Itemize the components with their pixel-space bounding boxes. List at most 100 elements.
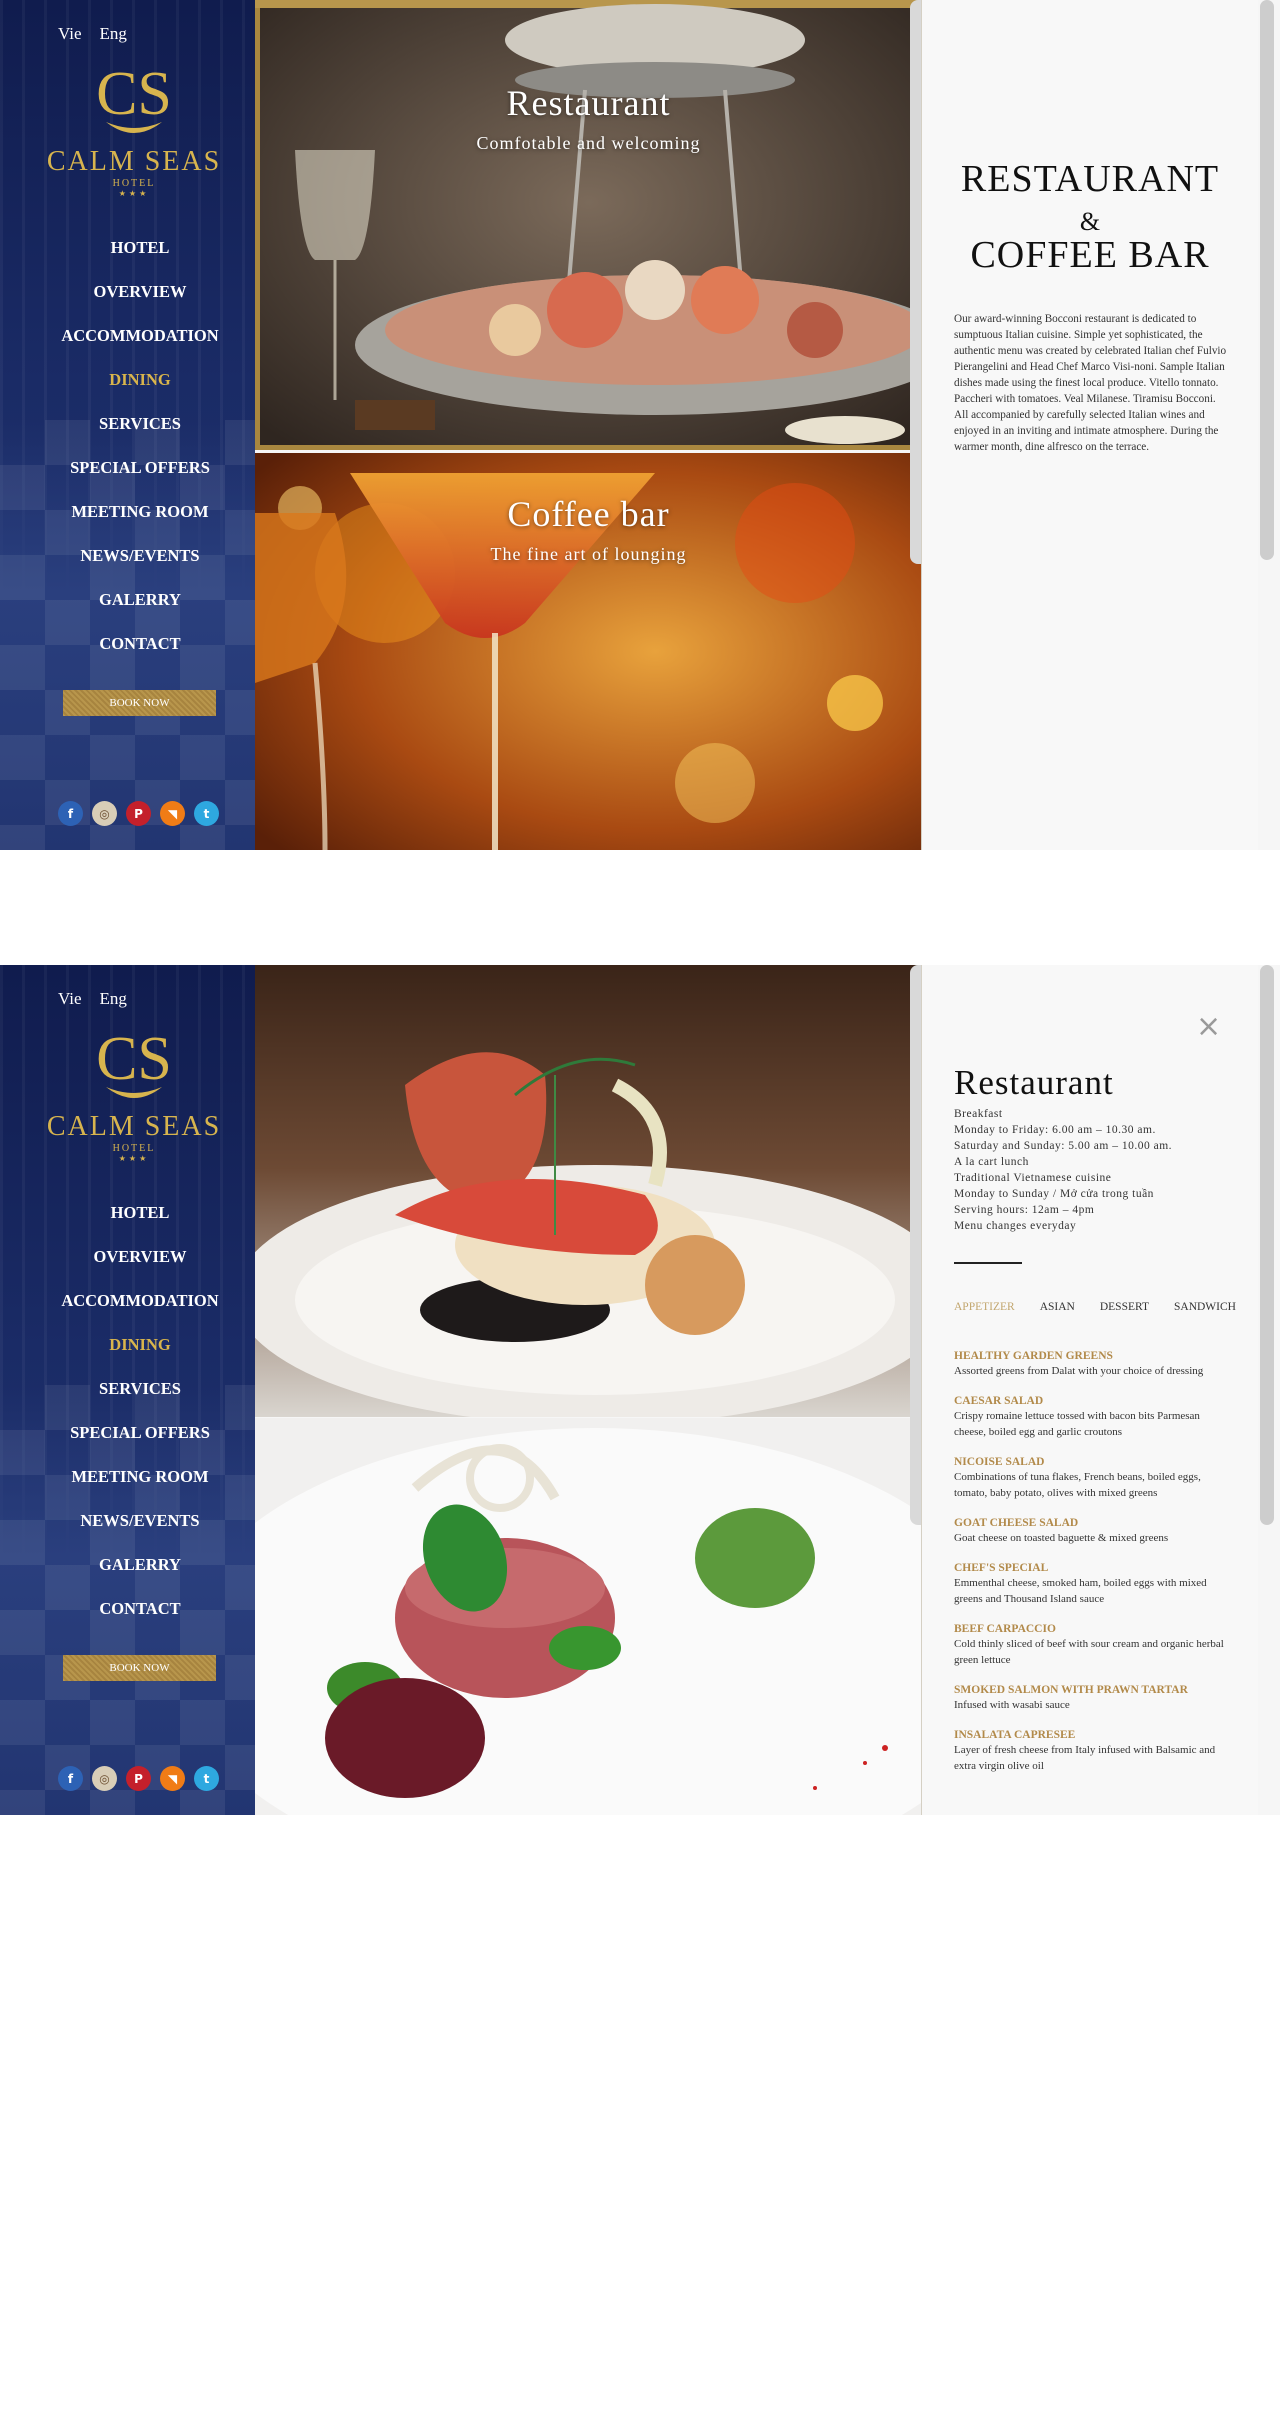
lang-eng[interactable]: Eng — [100, 24, 127, 44]
facebook-icon[interactable]: f — [58, 801, 83, 826]
nav-services[interactable]: SERVICES — [0, 1367, 255, 1411]
lobster-dish-photo — [255, 965, 922, 1417]
nav-gallery[interactable]: GALERRY — [0, 1543, 255, 1587]
panel-scrollbar[interactable] — [1260, 965, 1274, 1525]
menu-item: BEEF CARPACCIO Cold thinly sliced of bee… — [954, 1622, 1232, 1668]
sidebar: Vie Eng CS CALM SEAS HOTEL ★★★ HOTEL OVE… — [0, 965, 255, 1815]
hours-line: Breakfast — [954, 1108, 1003, 1120]
nav-news-events[interactable]: NEWS/EVENTS — [0, 1499, 255, 1543]
seafood-platter-photo — [255, 0, 922, 450]
lang-vie[interactable]: Vie — [58, 24, 82, 44]
nav-hotel[interactable]: HOTEL — [0, 1191, 255, 1235]
menu-item: INSALATA CAPRESEE Layer of fresh cheese … — [954, 1728, 1232, 1774]
dish-photo-lobster — [255, 965, 922, 1417]
logo-mark-icon: CS — [96, 1025, 172, 1098]
nav-dining[interactable]: DINING — [0, 358, 255, 402]
menu-item-desc: Emmenthal cheese, smoked ham, boiled egg… — [954, 1577, 1207, 1605]
menu-item-desc: Layer of fresh cheese from Italy infused… — [954, 1744, 1216, 1772]
social-links: f ◎ P ◥ t — [58, 1766, 219, 1791]
book-now-button[interactable]: BOOK NOW — [63, 690, 216, 716]
menu-item-desc: Infused with wasabi sauce — [954, 1699, 1070, 1711]
dish-photo-tartare — [255, 1418, 922, 1815]
coffee-bar-subtitle: The fine art of lounging — [490, 544, 687, 564]
screen-dining-overview: Vie Eng CS CALM SEAS HOTEL ★★★ HOTEL OVE… — [0, 0, 1280, 850]
menu-item-name: CAESAR SALAD — [954, 1395, 1044, 1407]
coffee-bar-title[interactable]: Coffee bar — [255, 493, 922, 535]
nav-contact[interactable]: CONTACT — [0, 622, 255, 666]
nav-news-events[interactable]: NEWS/EVENTS — [0, 534, 255, 578]
menu-item-desc: Goat cheese on toasted baguette & mixed … — [954, 1532, 1169, 1544]
hours-line: Traditional Vietnamese cuisine — [954, 1172, 1112, 1184]
menu-tabs: APPETIZER ASIAN DESSERT SANDWICH — [954, 1301, 1236, 1313]
menu-item-name: BEEF CARPACCIO — [954, 1623, 1056, 1635]
hotel-logo[interactable]: CS CALM SEAS HOTEL ★★★ — [0, 58, 255, 198]
lang-eng[interactable]: Eng — [100, 989, 127, 1009]
menu-item: GOAT CHEESE SALAD Goat cheese on toasted… — [954, 1516, 1232, 1546]
restaurant-menu-panel: × Restaurant Breakfast Monday to Friday:… — [922, 965, 1258, 1815]
restaurant-subtitle: Comfotable and welcoming — [476, 133, 701, 153]
logo-sub: HOTEL — [112, 1143, 156, 1154]
nav-contact[interactable]: CONTACT — [0, 1587, 255, 1631]
tab-dessert[interactable]: DESSERT — [1100, 1301, 1149, 1313]
close-icon[interactable]: × — [1196, 1009, 1221, 1044]
pinterest-icon[interactable]: P — [126, 1766, 151, 1791]
twitter-icon[interactable]: t — [194, 801, 219, 826]
menu-item-name: NICOISE SALAD — [954, 1456, 1045, 1468]
nav-overview[interactable]: OVERVIEW — [0, 1235, 255, 1279]
rss-icon[interactable]: ◥ — [160, 801, 185, 826]
menu-item: CAESAR SALAD Crispy romaine lettuce toss… — [954, 1394, 1232, 1440]
beef-tartare-photo — [255, 1418, 922, 1815]
restaurant-title[interactable]: Restaurant — [255, 82, 922, 124]
main-nav: HOTEL OVERVIEW ACCOMMODATION DINING SERV… — [0, 226, 255, 666]
instagram-icon[interactable]: ◎ — [92, 1766, 117, 1791]
tab-sandwich[interactable]: SANDWICH — [1174, 1301, 1236, 1313]
hours-line: Menu changes everyday — [954, 1220, 1077, 1232]
pinterest-icon[interactable]: P — [126, 801, 151, 826]
logo-sub: HOTEL — [112, 178, 156, 189]
nav-overview[interactable]: OVERVIEW — [0, 270, 255, 314]
hotel-logo[interactable]: CS CALM SEAS HOTEL ★★★ — [0, 1023, 255, 1163]
lang-vie[interactable]: Vie — [58, 989, 82, 1009]
tab-asian[interactable]: ASIAN — [1040, 1301, 1075, 1313]
language-switcher: Vie Eng — [58, 24, 127, 44]
menu-item-desc: Combinations of tuna flakes, French bean… — [954, 1471, 1201, 1499]
menu-item-desc: Cold thinly sliced of beef with sour cre… — [954, 1638, 1224, 1666]
social-links: f ◎ P ◥ t — [58, 801, 219, 826]
hours-line: A la cart lunch — [954, 1156, 1029, 1168]
nav-accommodation[interactable]: ACCOMMODATION — [0, 314, 255, 358]
nav-accommodation[interactable]: ACCOMMODATION — [0, 1279, 255, 1323]
menu-item: HEALTHY GARDEN GREENS Assorted greens fr… — [954, 1349, 1232, 1379]
menu-item-name: GOAT CHEESE SALAD — [954, 1517, 1079, 1529]
menu-item-name: INSALATA CAPRESEE — [954, 1729, 1076, 1741]
menu-item-desc: Crispy romaine lettuce tossed with bacon… — [954, 1410, 1200, 1438]
facebook-icon[interactable]: f — [58, 1766, 83, 1791]
nav-gallery[interactable]: GALERRY — [0, 578, 255, 622]
tab-appetizer[interactable]: APPETIZER — [954, 1301, 1015, 1313]
instagram-icon[interactable]: ◎ — [92, 801, 117, 826]
nav-special-offers[interactable]: SPECIAL OFFERS — [0, 446, 255, 490]
coffee-bar-card[interactable]: Coffee bar The fine art of lounging — [255, 453, 922, 850]
twitter-icon[interactable]: t — [194, 1766, 219, 1791]
restaurant-card[interactable]: Restaurant Comfotable and welcoming — [255, 0, 922, 450]
nav-meeting-room[interactable]: MEETING ROOM — [0, 1455, 255, 1499]
main-nav: HOTEL OVERVIEW ACCOMMODATION DINING SERV… — [0, 1191, 255, 1631]
screen-restaurant-menu: Vie Eng CS CALM SEAS HOTEL ★★★ HOTEL OVE… — [0, 965, 1280, 1815]
menu-item-name: CHEF'S SPECIAL — [954, 1562, 1049, 1574]
nav-hotel[interactable]: HOTEL — [0, 226, 255, 270]
nav-services[interactable]: SERVICES — [0, 402, 255, 446]
logo-stars: ★★★ — [118, 1154, 150, 1163]
hours-line: Monday to Friday: 6.00 am – 10.30 am. — [954, 1124, 1156, 1136]
svg-text:CS: CS — [96, 60, 172, 128]
panel-description: Our award-winning Bocconi restaurant is … — [954, 313, 1227, 453]
nav-special-offers[interactable]: SPECIAL OFFERS — [0, 1411, 255, 1455]
language-switcher: Vie Eng — [58, 989, 127, 1009]
nav-meeting-room[interactable]: MEETING ROOM — [0, 490, 255, 534]
svg-text:CS: CS — [96, 1025, 172, 1093]
panel-scrollbar[interactable] — [1260, 0, 1274, 560]
book-now-button[interactable]: BOOK NOW — [63, 1655, 216, 1681]
menu-item-desc: Assorted greens from Dalat with your cho… — [954, 1365, 1204, 1377]
nav-dining[interactable]: DINING — [0, 1323, 255, 1367]
rss-icon[interactable]: ◥ — [160, 1766, 185, 1791]
panel-title-ampersand: & — [1079, 207, 1101, 236]
restaurant-coffee-info-panel: RESTAURANT & COFFEE BAR Our award-winnin… — [922, 0, 1258, 850]
